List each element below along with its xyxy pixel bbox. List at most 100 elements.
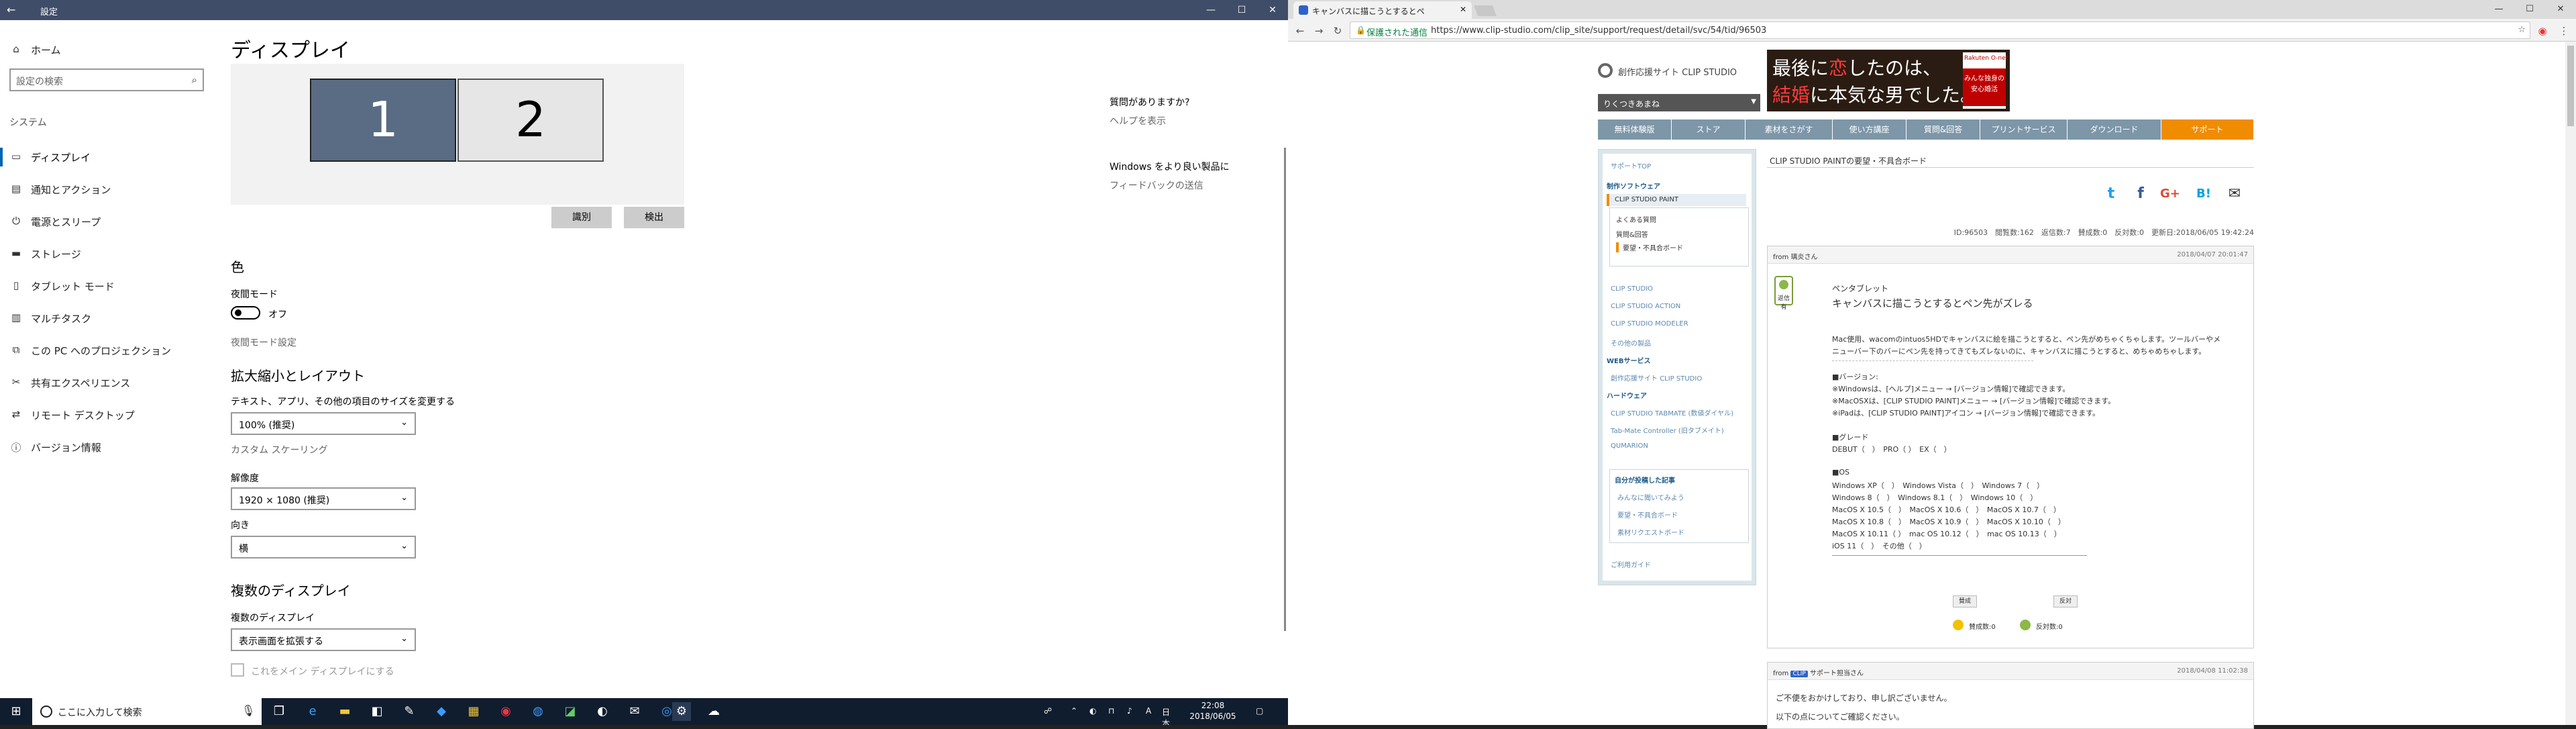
sidebar-item[interactable]: ▯ タブレット モード — [0, 271, 215, 301]
web-link[interactable]: 創作応援サイト CLIP STUDIO — [1611, 373, 1702, 383]
help-link[interactable]: ヘルプを表示 — [1110, 114, 1166, 128]
site-nav-item[interactable]: プリントサービス — [1980, 119, 2068, 140]
site-nav-item[interactable]: 質問&回答 — [1907, 119, 1980, 140]
star-icon[interactable]: ☆ — [2518, 25, 2526, 35]
support-top-link[interactable]: サポートTOP — [1611, 160, 1651, 171]
windows-start-icon[interactable]: ⊞ — [7, 702, 25, 721]
author-name[interactable]: サポート担当 — [1810, 670, 1850, 677]
advertisement-banner[interactable]: 最後に恋したのは、 結婚に本気な男でした。 Rakuten O-net みんな独… — [1767, 50, 2010, 111]
site-nav-item[interactable]: 素材をさがす — [1746, 119, 1833, 140]
close-tab-icon[interactable]: ✕ — [1460, 5, 1466, 14]
twitter-icon[interactable]: t — [2102, 185, 2120, 203]
monitor-1[interactable]: 1 — [310, 79, 456, 162]
feedback-link[interactable]: フィードバックの送信 — [1110, 179, 1203, 192]
settings-app-icon[interactable]: ⚙ — [672, 702, 691, 721]
app-icon[interactable]: ☁ — [704, 702, 723, 721]
author-name[interactable]: 璃炎 — [1790, 254, 1804, 261]
maximize-icon[interactable]: ☐ — [1226, 0, 1257, 20]
user-menu-select[interactable]: りくつきあまね ▼ — [1598, 94, 1760, 111]
close-icon[interactable]: ✕ — [2545, 0, 2576, 19]
mail-icon[interactable]: ✉ — [625, 702, 644, 721]
site-nav-item[interactable]: 無料体験版 — [1598, 119, 1672, 140]
product-link[interactable]: CLIP STUDIO MODELER — [1611, 320, 1688, 328]
hatena-bookmark-icon[interactable]: B! — [2195, 185, 2212, 203]
back-arrow-icon[interactable]: ← — [1292, 23, 1308, 39]
action-center-icon[interactable]: ▢ — [1256, 706, 1263, 716]
clock-date[interactable]: 2018/06/05 — [1186, 712, 1240, 721]
request-board-link[interactable]: 要望・不具合ボード — [1616, 242, 1683, 252]
app-icon[interactable]: ◍ — [529, 702, 547, 721]
current-product[interactable]: CLIP STUDIO PAINT — [1607, 194, 1746, 206]
chevron-up-icon[interactable]: ⌃ — [1071, 706, 1077, 716]
sidebar-item[interactable]: ▬ ストレージ — [0, 239, 215, 269]
product-link[interactable]: CLIP STUDIO ACTION — [1611, 303, 1680, 310]
clip-studio-logo[interactable]: 創作応援サイト CLIP STUDIO — [1598, 62, 1737, 79]
google-plus-icon[interactable]: G+ — [2160, 185, 2180, 203]
menu-icon[interactable]: ⋮ — [2556, 23, 2572, 39]
clock-time[interactable]: 22:08 — [1186, 701, 1240, 710]
monitor-arrangement[interactable]: 1 2 — [231, 64, 684, 205]
sidebar-item[interactable]: ✂ 共有エクスペリエンス — [0, 368, 215, 397]
settings-scrollbar[interactable] — [1284, 148, 1286, 631]
night-light-settings-link[interactable]: 夜間モード設定 — [231, 336, 297, 349]
minimize-icon[interactable]: — — [2483, 0, 2514, 19]
faq-link[interactable]: よくある質問 — [1616, 214, 1656, 224]
night-light-toggle[interactable] — [231, 306, 260, 320]
network-icon[interactable]: ⊓ — [1108, 706, 1114, 716]
site-nav-item[interactable]: 使い方講座 — [1833, 119, 1907, 140]
sidebar-item-home[interactable]: ⌂ ホーム — [0, 35, 215, 64]
notes-icon[interactable]: ▦ — [464, 702, 483, 721]
site-nav-item[interactable]: サポート — [2161, 119, 2254, 140]
close-icon[interactable]: ✕ — [1257, 0, 1288, 20]
reload-icon[interactable]: ↻ — [1330, 23, 1346, 39]
edge-icon[interactable]: e — [303, 702, 322, 721]
product-link[interactable]: CLIP STUDIO — [1611, 285, 1653, 293]
ime-mode[interactable]: A — [1146, 706, 1151, 716]
detect-button[interactable]: 検出 — [624, 207, 684, 228]
browser-tab[interactable]: キャンバスに描こうとするとペ ✕ — [1293, 1, 1472, 19]
product-link[interactable]: その他の製品 — [1611, 338, 1651, 348]
task-view-icon[interactable]: ❐ — [270, 702, 288, 721]
facebook-icon[interactable]: f — [2132, 185, 2149, 203]
tray-app-icon[interactable]: ◐ — [1089, 706, 1096, 716]
site-nav-item[interactable]: ダウンロード — [2068, 119, 2161, 140]
agree-button[interactable]: 賛成 — [1953, 595, 1977, 608]
paint-app-icon[interactable]: ✎ — [400, 702, 419, 721]
my-posts-link[interactable]: 要望・不具合ボード — [1617, 509, 1678, 520]
volume-icon[interactable]: ♪ — [1127, 706, 1132, 716]
chrome-icon[interactable]: ◉ — [496, 702, 515, 721]
identify-button[interactable]: 識別 — [551, 207, 612, 228]
my-posts-link[interactable]: 素材リクエストボード — [1617, 527, 1684, 537]
app-icon[interactable]: ◆ — [432, 702, 451, 721]
orientation-select[interactable]: 横 ⌄ — [231, 536, 416, 558]
scrollbar-thumb[interactable] — [2567, 46, 2574, 126]
file-explorer-icon[interactable]: ▬ — [335, 702, 354, 721]
address-bar[interactable]: 🔒 保護された通信 https://www.clip-studio.com/cl… — [1350, 21, 2530, 39]
monitor-2[interactable]: 2 — [458, 79, 604, 162]
multi-display-select[interactable]: 表示画面を拡張する ⌄ — [231, 628, 416, 651]
scale-select[interactable]: 100% (推奨) ⌄ — [231, 412, 416, 435]
sidebar-item[interactable]: ⏻ 電源とスリープ — [0, 207, 215, 236]
taskbar-search-input[interactable]: ここに入力して検索 🎙 — [32, 698, 262, 725]
extension-icon[interactable]: ◉ — [2534, 23, 2551, 39]
my-posts-link[interactable]: みんなに聞いてみよう — [1617, 492, 1684, 502]
store-icon[interactable]: ◧ — [368, 702, 386, 721]
qa-link[interactable]: 質問&回答 — [1616, 229, 1648, 239]
microphone-icon[interactable]: 🎙 — [241, 704, 255, 717]
sidebar-item[interactable]: ▥ マルチタスク — [0, 303, 215, 333]
disagree-button[interactable]: 反対 — [2053, 595, 2078, 608]
minimize-icon[interactable]: — — [1195, 0, 1226, 20]
main-display-checkbox[interactable] — [231, 663, 244, 677]
sidebar-item[interactable]: ⓘ バージョン情報 — [0, 432, 215, 462]
clip-studio-icon[interactable]: ◐ — [593, 702, 612, 721]
mail-icon[interactable]: ✉ — [2226, 185, 2243, 203]
hardware-link[interactable]: CLIP STUDIO TABMATE (数値ダイヤル) — [1611, 407, 1733, 418]
sidebar-item[interactable]: ⧉ この PC へのプロジェクション — [0, 336, 215, 365]
forward-arrow-icon[interactable]: → — [1311, 23, 1327, 39]
custom-scaling-link[interactable]: カスタム スケーリング — [231, 443, 327, 456]
people-icon[interactable]: ☍ — [1044, 706, 1052, 716]
sidebar-item[interactable]: ▤ 通知とアクション — [0, 175, 215, 204]
app-icon[interactable]: ◪ — [561, 702, 580, 721]
language-indicator[interactable]: 日本 — [1162, 706, 1170, 725]
hardware-link[interactable]: QUMARION — [1611, 442, 1648, 450]
